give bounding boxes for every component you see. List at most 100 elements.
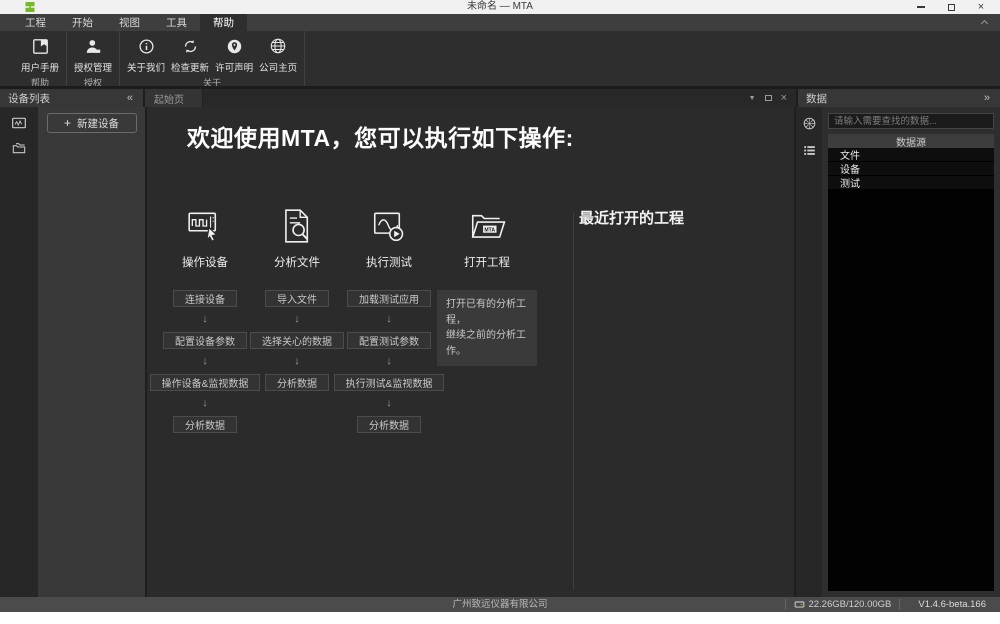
- menu-help[interactable]: 帮助: [200, 14, 247, 31]
- welcome-title: 欢迎使用MTA，您可以执行如下操作:: [187, 119, 574, 153]
- right-tool-strip: [796, 107, 822, 597]
- execute-test-icon[interactable]: [370, 207, 408, 245]
- step-button[interactable]: 分析数据: [357, 416, 421, 433]
- step-button[interactable]: 分析数据: [265, 374, 329, 391]
- data-panel-header: 数据 »: [796, 89, 1000, 107]
- step-button[interactable]: 加载测试应用: [347, 290, 431, 307]
- check-update-button[interactable]: 检查更新: [168, 31, 212, 74]
- device-list-title: 设备列表: [8, 91, 50, 106]
- new-device-button[interactable]: + 新建设备: [47, 113, 137, 133]
- data-panel-title: 数据: [806, 91, 827, 106]
- company-homepage-button[interactable]: 公司主页: [256, 31, 300, 74]
- device-view-icon[interactable]: [10, 115, 28, 131]
- ribbon-toolbar: 用户手册 帮助 授权管理 授权: [0, 31, 1000, 86]
- workflow-column-execute-test: 执行测试 加载测试应用 ↓ 配置测试参数 ↓ 执行测试&监视数据 ↓ 分析数据: [343, 207, 435, 433]
- tab-list-dropdown-icon[interactable]: ▼: [749, 95, 756, 102]
- info-icon: [138, 35, 155, 57]
- step-button[interactable]: 配置测试参数: [347, 332, 431, 349]
- data-source-list: 文件 设备 测试: [828, 148, 994, 591]
- open-project-folder-icon[interactable]: MTA: [468, 207, 506, 245]
- recent-section-divider: [573, 212, 574, 590]
- step-button[interactable]: 分析数据: [173, 416, 237, 433]
- data-panel: 数据源 文件 设备 测试: [794, 107, 1000, 597]
- about-us-button[interactable]: 关于我们: [124, 31, 168, 74]
- manual-book-icon: [31, 35, 50, 57]
- step-button[interactable]: 选择关心的数据: [250, 332, 344, 349]
- analyze-file-icon[interactable]: [278, 207, 316, 245]
- workflow-column-operate-device: 操作设备 连接设备 ↓ 配置设备参数 ↓ 操作设备&监视数据 ↓ 分析数据: [159, 207, 251, 433]
- menu-tools[interactable]: 工具: [153, 14, 200, 31]
- svg-text:MTA: MTA: [484, 227, 495, 233]
- document-tab-bar: 起始页 ▼ ×: [145, 89, 796, 107]
- menu-bar: 工程 开始 视图 工具 帮助: [0, 14, 1000, 31]
- step-button[interactable]: 操作设备&监视数据: [150, 374, 261, 391]
- menu-start[interactable]: 开始: [59, 14, 106, 31]
- window-title: 未命名 — MTA: [0, 0, 1000, 14]
- pin-badge-icon: [226, 35, 243, 57]
- workflow-label[interactable]: 打开工程: [464, 254, 510, 270]
- expand-right-panel-icon[interactable]: »: [984, 92, 990, 104]
- title-bar: 未命名 — MTA ×: [0, 0, 1000, 14]
- restore-button[interactable]: [944, 1, 958, 13]
- step-arrow: ↓: [202, 391, 208, 416]
- license-statement-button[interactable]: 许可声明: [212, 31, 256, 74]
- operate-device-icon[interactable]: [186, 207, 224, 245]
- data-search-input[interactable]: [828, 113, 994, 129]
- wheel-settings-icon[interactable]: [800, 115, 818, 131]
- close-button[interactable]: ×: [974, 1, 988, 13]
- data-panel-body: 数据源 文件 设备 测试: [822, 107, 1000, 597]
- start-page: 欢迎使用MTA，您可以执行如下操作: 操作设备 连接设备: [147, 107, 794, 597]
- step-arrow: ↓: [386, 349, 392, 374]
- step-button[interactable]: 执行测试&监视数据: [334, 374, 445, 391]
- step-button[interactable]: 配置设备参数: [163, 332, 247, 349]
- device-list-panel-header: 设备列表 «: [0, 89, 145, 107]
- workflow-column-analyze-file: 分析文件 导入文件 ↓ 选择关心的数据 ↓ 分析数据: [251, 207, 343, 433]
- step-arrow: ↓: [294, 307, 300, 332]
- open-project-description: 打开已有的分析工程， 继续之前的分析工作。: [437, 290, 537, 366]
- user-license-icon: [84, 35, 103, 57]
- ribbon-group-help: 用户手册 帮助: [14, 31, 67, 86]
- ribbon-collapse-chevron-icon[interactable]: [982, 19, 990, 27]
- tab-float-icon[interactable]: [765, 95, 772, 101]
- tab-close-icon[interactable]: ×: [781, 93, 787, 103]
- data-row-device[interactable]: 设备: [828, 162, 994, 176]
- step-arrow: ↓: [202, 349, 208, 374]
- workflow-label[interactable]: 操作设备: [182, 254, 228, 270]
- plus-icon: +: [64, 116, 71, 130]
- app-window: 未命名 — MTA × 工程 开始 视图 工具 帮助: [0, 0, 1000, 624]
- data-row-file[interactable]: 文件: [828, 148, 994, 162]
- user-manual-button[interactable]: 用户手册: [18, 31, 62, 74]
- refresh-icon: [182, 35, 199, 57]
- status-bar: 广州致远仪器有限公司 22.26GB/120.00GB V1.4.6-beta.…: [0, 597, 1000, 612]
- collapse-left-panel-icon[interactable]: «: [127, 92, 133, 104]
- menu-view[interactable]: 视图: [106, 14, 153, 31]
- minimize-button[interactable]: [914, 1, 928, 13]
- storage-status: 22.26GB/120.00GB: [794, 599, 891, 610]
- folders-icon[interactable]: [10, 140, 28, 156]
- recent-projects-title: 最近打开的工程: [579, 207, 684, 228]
- list-view-icon[interactable]: [800, 142, 818, 158]
- step-button[interactable]: 连接设备: [173, 290, 237, 307]
- left-tool-strip: [0, 107, 38, 597]
- device-list-panel: + 新建设备: [0, 107, 147, 597]
- device-list-body: + 新建设备: [38, 107, 145, 597]
- workflow-label[interactable]: 分析文件: [274, 254, 320, 270]
- step-arrow: ↓: [202, 307, 208, 332]
- status-separator: [899, 599, 900, 610]
- data-source-header: 数据源: [828, 134, 994, 148]
- workflow-label[interactable]: 执行测试: [366, 254, 412, 270]
- status-separator: [785, 599, 786, 610]
- data-row-test[interactable]: 测试: [828, 176, 994, 190]
- globe-icon: [269, 35, 287, 57]
- step-button[interactable]: 导入文件: [265, 290, 329, 307]
- version-label: V1.4.6-beta.166: [908, 599, 996, 610]
- ribbon-group-license: 授权管理 授权: [67, 31, 120, 86]
- step-arrow: ↓: [386, 391, 392, 416]
- tab-start-page[interactable]: 起始页: [145, 89, 203, 107]
- license-management-button[interactable]: 授权管理: [71, 31, 115, 74]
- ribbon-group-about: 关于我们 检查更新: [120, 31, 305, 86]
- disk-icon: [794, 599, 805, 610]
- step-arrow: ↓: [386, 307, 392, 332]
- step-arrow: ↓: [294, 349, 300, 374]
- menu-project[interactable]: 工程: [12, 14, 59, 31]
